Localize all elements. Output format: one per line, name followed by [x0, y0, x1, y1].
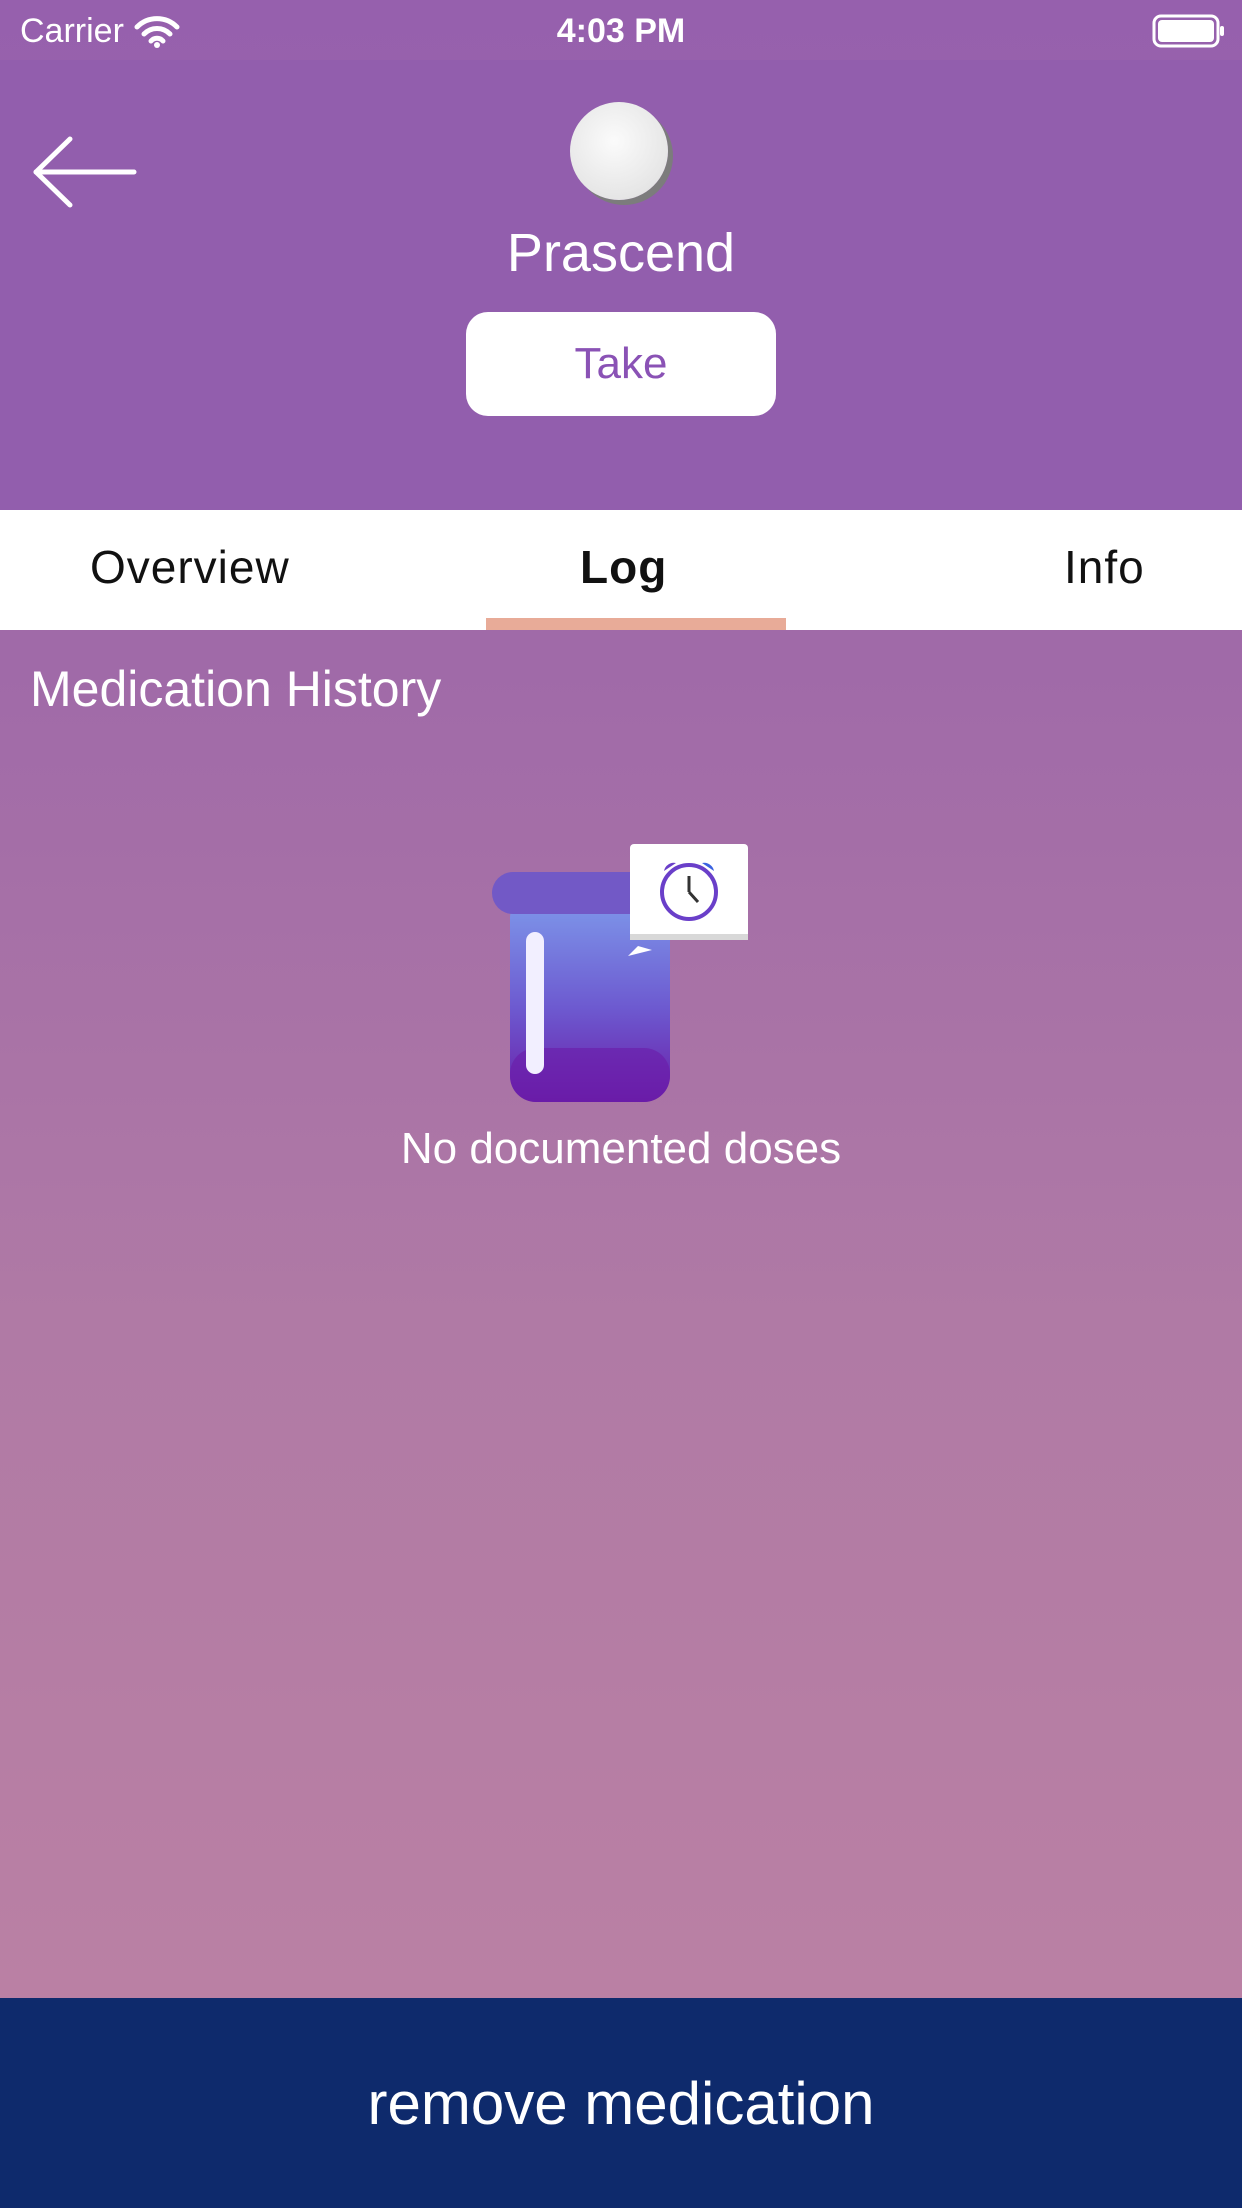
section-title: Medication History — [30, 661, 442, 717]
empty-state-message: No documented doses — [400, 1124, 842, 1173]
status-bar: Carrier 4:03 PM — [0, 0, 1242, 60]
tab-log[interactable]: Log — [580, 540, 667, 594]
tab-info[interactable]: Info — [1064, 540, 1145, 594]
take-button[interactable]: Take — [466, 312, 776, 416]
tab-bar: Overview Log Info — [0, 510, 1242, 630]
battery-icon — [1152, 14, 1224, 48]
pill-icon — [570, 102, 668, 200]
pill-bottle-alarm-icon — [492, 844, 748, 1102]
remove-medication-button[interactable]: remove medication — [0, 1998, 1242, 2208]
medication-name: Prascend — [506, 223, 736, 283]
tab-active-indicator — [486, 618, 786, 630]
arrow-left-icon[interactable] — [30, 135, 140, 210]
tab-overview[interactable]: Overview — [90, 540, 290, 594]
status-time: 4:03 PM — [556, 12, 686, 50]
